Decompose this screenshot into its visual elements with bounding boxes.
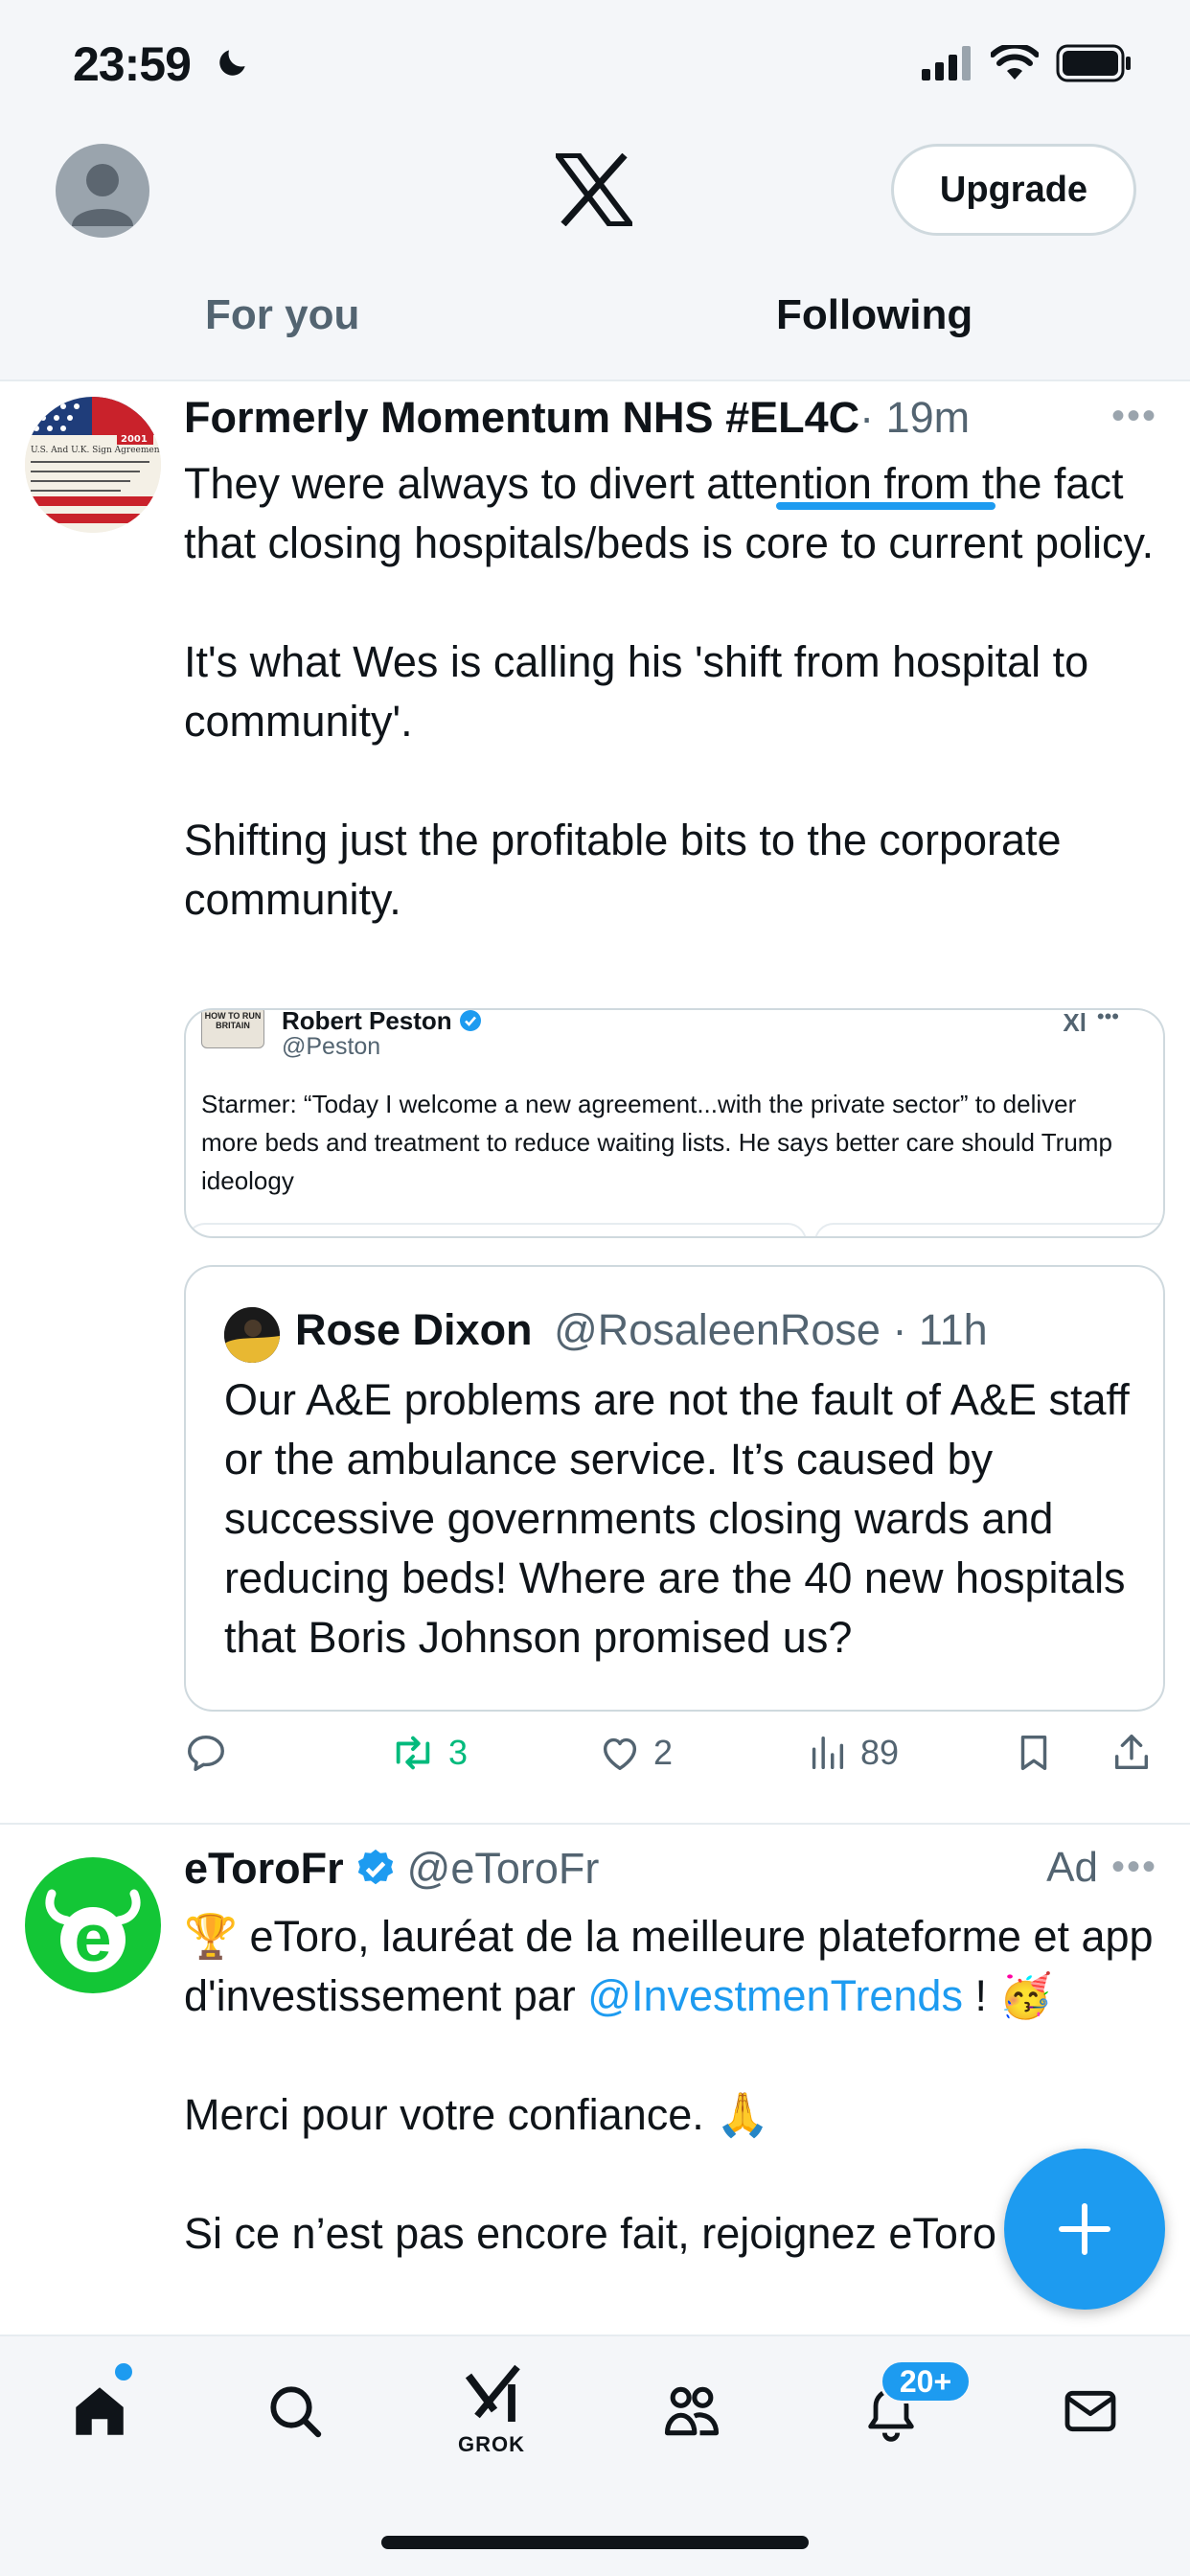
- repost-count: 3: [448, 1733, 469, 1772]
- grok-label: GROK: [458, 2432, 525, 2456]
- share-button[interactable]: [1110, 1731, 1154, 1775]
- nav-grok[interactable]: [456, 2358, 533, 2434]
- repost-button[interactable]: 3: [389, 1731, 468, 1775]
- home-indicator[interactable]: [381, 2536, 809, 2549]
- quoted-author-handle[interactable]: @RosaleenRose: [554, 1305, 881, 1354]
- quoted-avatar-image: [224, 1307, 280, 1363]
- newspaper-avatar-image: U.S. And U.K. Sign Agreements To Collabo…: [25, 397, 161, 533]
- mention-link[interactable]: @InvestmenTrends: [587, 1971, 963, 2020]
- ad-header: eToroFr @eToroFr: [184, 1844, 599, 1894]
- mail-icon: [1064, 2390, 1116, 2432]
- quoted-tweet-header: Rose Dixon @RosaleenRose · 11h: [295, 1305, 988, 1355]
- plus-icon: [1059, 2203, 1110, 2255]
- tab-for-you[interactable]: For you: [205, 278, 359, 380]
- timeline-tabs: For you Following: [0, 278, 1190, 510]
- tweet-header: Formerly Momentum NHS #EL4C · 19m: [184, 393, 970, 443]
- nav-search[interactable]: [257, 2373, 333, 2450]
- avatar-newspaper-text: U.S. And U.K. Sign Agreements To Collabo…: [31, 446, 161, 455]
- repost-icon: [396, 1736, 430, 1770]
- default-avatar-icon: [72, 164, 133, 226]
- verified-badge-icon: [459, 1010, 481, 1031]
- ad-paragraph: 🏆 eToro, lauréat de la meilleure platefo…: [184, 1912, 1154, 2020]
- communities-icon: [664, 2386, 720, 2436]
- views-button[interactable]: 89: [805, 1731, 899, 1775]
- home-icon: [76, 2387, 124, 2435]
- etoro-avatar[interactable]: e: [25, 1857, 161, 1993]
- like-button[interactable]: 2: [598, 1731, 673, 1775]
- reply-button[interactable]: [184, 1731, 228, 1775]
- quoted-tweet-text: Our A&E problems are not the fault of A&…: [224, 1375, 1130, 1662]
- heart-icon: [603, 1737, 637, 1771]
- compose-button[interactable]: [1004, 2149, 1165, 2310]
- tab-following[interactable]: Following: [776, 278, 973, 380]
- tweet-paragraph: They were always to divert attention fro…: [184, 459, 1155, 567]
- views-icon: [812, 1736, 844, 1770]
- tweet-paragraph: Shifting just the profitable bits to the…: [184, 816, 1062, 924]
- search-icon: [270, 2386, 322, 2438]
- profile-avatar[interactable]: [56, 144, 149, 238]
- embedded-poll-fragment: [814, 1223, 1163, 1236]
- status-time: 23:59: [73, 37, 192, 91]
- grok-icon: [465, 2364, 520, 2422]
- share-icon: [1114, 1735, 1149, 1770]
- bookmark-button[interactable]: [1012, 1731, 1056, 1775]
- status-icons: [922, 44, 1133, 82]
- tweet-timestamp[interactable]: · 19m: [859, 393, 970, 443]
- avatar-badge-text: 2001: [121, 434, 148, 445]
- status-bar: 23:59: [0, 0, 1190, 134]
- embedded-author-name: Robert Peston: [282, 1010, 482, 1036]
- embedded-book-thumb: HOW TO RUN BRITAIN: [201, 1010, 264, 1048]
- embedded-poll-fragment: [186, 1223, 807, 1236]
- like-count: 2: [653, 1733, 674, 1772]
- upgrade-button[interactable]: Upgrade: [891, 144, 1136, 236]
- tweet-media-image[interactable]: HOW TO RUN BRITAIN Robert Peston @Peston…: [184, 1008, 1165, 1238]
- tweet-avatar[interactable]: U.S. And U.K. Sign Agreements To Collabo…: [25, 397, 161, 533]
- app-header: Upgrade For you Following: [0, 134, 1190, 510]
- quoted-tweet-avatar[interactable]: [224, 1307, 280, 1363]
- nav-home[interactable]: [61, 2373, 138, 2450]
- notification-badge: 20+: [880, 2359, 972, 2404]
- signal-icon: [922, 46, 971, 80]
- ad-label: Ad: [1046, 1844, 1098, 1891]
- nav-communities[interactable]: [653, 2373, 730, 2450]
- reply-icon: [188, 1735, 224, 1771]
- more-options-icon[interactable]: •••: [1111, 395, 1157, 438]
- wifi-icon: [991, 45, 1039, 80]
- quoted-author-name[interactable]: Rose Dixon: [295, 1305, 533, 1354]
- tweet-actions: 3 2 89: [184, 1731, 1161, 1788]
- quoted-tweet[interactable]: Rose Dixon @RosaleenRose · 11h Our A&E p…: [184, 1265, 1165, 1712]
- verified-badge-icon: [357, 1849, 393, 1885]
- ad-paragraph: Merci pour votre confiance. 🙏: [184, 2090, 770, 2139]
- nav-messages[interactable]: [1052, 2373, 1129, 2450]
- embedded-tweet-text: Starmer: “Today I welcome a new agreemen…: [201, 1090, 1112, 1195]
- x-logo-icon[interactable]: [556, 153, 632, 226]
- battery-icon: [1056, 44, 1131, 82]
- more-options-icon[interactable]: •••: [1111, 1846, 1157, 1889]
- embedded-x-mark: Xl: [1063, 1008, 1087, 1037]
- ad-author-handle[interactable]: @eToroFr: [407, 1844, 600, 1894]
- quoted-timestamp: · 11h: [880, 1305, 988, 1354]
- bookmark-icon: [1020, 1735, 1047, 1771]
- tweet-body: They were always to divert attention fro…: [184, 454, 1171, 930]
- tweet-author-name[interactable]: Formerly Momentum NHS #EL4C: [184, 393, 859, 443]
- tweet[interactable]: U.S. And U.K. Sign Agreements To Collabo…: [0, 383, 1190, 1823]
- embedded-handle: @Peston: [282, 1033, 381, 1060]
- ad-author-name[interactable]: eToroFr: [184, 1844, 344, 1894]
- header-divider: [0, 380, 1190, 381]
- moon-icon: [219, 50, 245, 76]
- etoro-avatar-letter: e: [74, 1900, 112, 1975]
- view-count: 89: [860, 1733, 900, 1772]
- home-unread-dot: [115, 2363, 132, 2380]
- tweet-paragraph: It's what Wes is calling his 'shift from…: [184, 637, 1089, 746]
- embedded-more-icon: •••: [1096, 1008, 1119, 1028]
